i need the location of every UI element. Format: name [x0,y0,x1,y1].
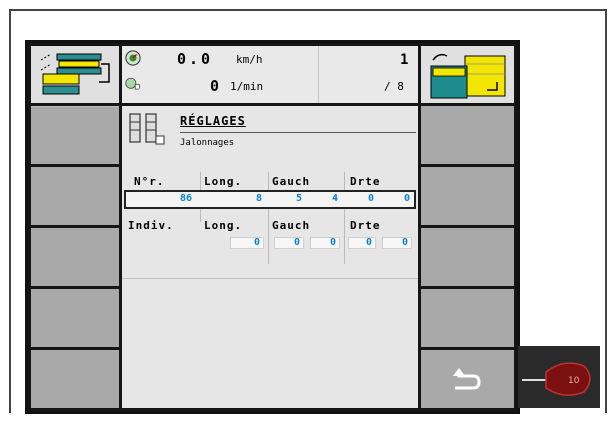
softkey-left-4[interactable] [31,289,119,347]
speedometer-icon [125,50,141,66]
value-long[interactable]: 8 [202,193,262,204]
tramline-machine-key[interactable] [31,46,119,103]
value-drte-1[interactable]: 0 [348,193,374,204]
softkey-left-5[interactable] [31,350,119,408]
value-nr[interactable]: 86 [132,193,192,204]
value-drte-2b[interactable]: 0 [382,237,408,248]
back-button[interactable] [421,350,514,408]
softkey-right-1[interactable] [421,106,514,164]
softkey-right-2[interactable] [421,167,514,225]
page-title: RÉGLAGES [180,114,246,128]
softkey-right-3[interactable] [421,228,514,286]
tramline-settings-icon [129,113,165,145]
header-gauch: Gauch [272,175,311,188]
page-subtitle: Jalonnages [180,138,235,148]
status-bar: 0.0 km/h 0 1/min 1 / 8 [122,46,418,103]
tramline-field-icon [430,53,506,99]
divider-2 [268,172,269,264]
value-gauch-2b[interactable]: 0 [310,237,336,248]
softkey-right-4[interactable] [421,289,514,347]
header-drte: Drte [350,175,381,188]
status-divider [318,46,319,103]
speed-value: 0.0 [177,50,214,68]
settings-panel: RÉGLAGES Jalonnages N°r. Long. Gauch Drt… [122,106,418,408]
speed-unit: km/h [236,53,263,66]
header-nr: N°r. [134,175,165,188]
tramline-field-key[interactable] [421,46,514,103]
softkey-left-1[interactable] [31,106,119,164]
softkey-left-2[interactable] [31,167,119,225]
rpm-value: 0 [210,77,220,95]
value-gauch-2[interactable]: 4 [308,193,338,204]
header-indiv: Indiv. [128,219,174,232]
tramline-machine-icon [40,53,110,95]
rpm-unit: 1/min [230,80,264,93]
control-knob-icon: 10 [518,346,600,408]
header-long: Long. [204,175,243,188]
softkey-left-3[interactable] [31,228,119,286]
terminal-thumbnail[interactable]: 10 [518,346,600,408]
rpm-sensor-icon [125,77,140,90]
header-long-2: Long. [204,219,243,232]
title-underline [180,132,416,133]
page-total: / 8 [384,80,404,93]
divider-3 [344,172,345,264]
page-current: 1 [400,52,409,68]
header-gauch-2: Gauch [272,219,311,232]
thumb-label: 10 [568,376,580,386]
header-drte-2: Drte [350,219,381,232]
value-drte-2[interactable]: 0 [380,193,410,204]
terminal-screen: 0.0 km/h 0 1/min 1 / 8 RÉGLAGES Jalonnag… [25,40,520,414]
back-arrow-icon [453,368,481,390]
bottom-divider [122,278,418,279]
value-gauch-2a[interactable]: 0 [274,237,300,248]
value-gauch-1[interactable]: 5 [272,193,302,204]
value-long-2[interactable]: 0 [230,237,260,248]
value-drte-2a[interactable]: 0 [348,237,372,248]
